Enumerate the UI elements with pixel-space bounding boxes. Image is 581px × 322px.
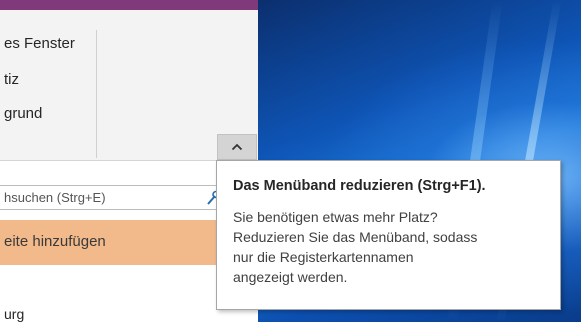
ribbon-tooltip: Das Menüband reduzieren (Strg+F1). Sie b… bbox=[216, 160, 561, 310]
add-page-label: eite hinzufügen bbox=[4, 233, 106, 250]
tooltip-line: angezeigt werden. bbox=[233, 269, 348, 285]
ribbon-group-divider bbox=[96, 30, 97, 158]
collapse-ribbon-button[interactable] bbox=[217, 134, 257, 160]
search-placeholder: hsuchen (Strg+E) bbox=[4, 190, 106, 205]
ribbon-item-note[interactable]: tiz bbox=[4, 71, 19, 88]
tooltip-title: Das Menüband reduzieren (Strg+F1). bbox=[233, 178, 486, 194]
search-input[interactable]: hsuchen (Strg+E) bbox=[0, 185, 248, 210]
tooltip-body: Sie benötigen etwas mehr Platz? Reduzier… bbox=[233, 207, 553, 287]
tooltip-line: Reduzieren Sie das Menüband, sodass bbox=[233, 229, 478, 245]
title-bar bbox=[0, 0, 258, 10]
chevron-up-icon bbox=[231, 143, 243, 151]
list-item[interactable]: urg bbox=[4, 306, 24, 322]
tooltip-line: Sie benötigen etwas mehr Platz? bbox=[233, 209, 438, 225]
ribbon-item-new-window[interactable]: es Fenster bbox=[4, 35, 75, 52]
ribbon-item-background[interactable]: grund bbox=[4, 105, 42, 122]
tooltip-line: nur die Registerkartennamen bbox=[233, 249, 414, 265]
